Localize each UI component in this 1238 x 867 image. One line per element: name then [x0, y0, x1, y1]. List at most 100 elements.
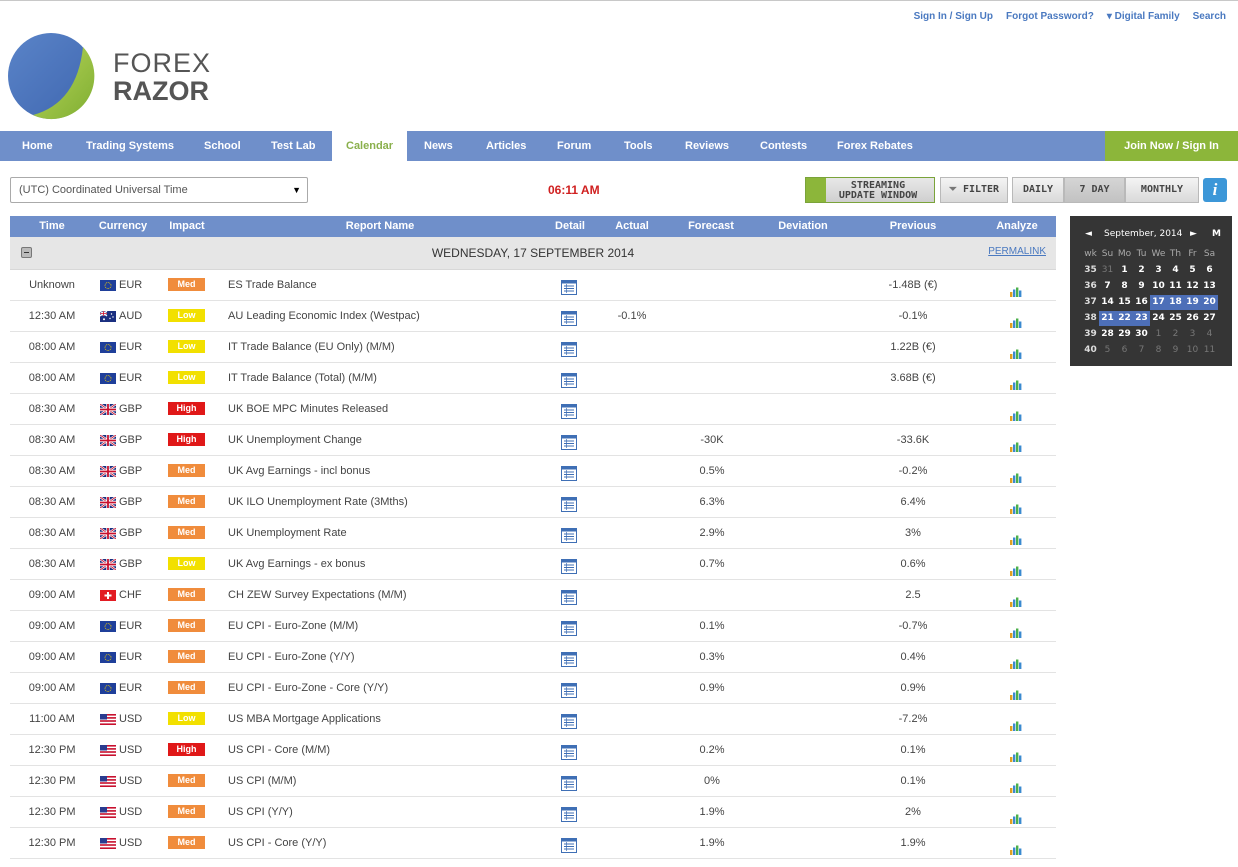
calendar-day[interactable]: 15 — [1116, 295, 1133, 310]
calendar-day[interactable]: 29 — [1116, 327, 1133, 342]
calendar-day[interactable]: 25 — [1167, 311, 1184, 326]
calendar-next-icon[interactable]: ► — [1190, 229, 1197, 239]
analyze-chart-icon[interactable] — [1010, 713, 1022, 731]
detail-icon[interactable] — [561, 370, 577, 388]
analyze-chart-icon[interactable] — [1010, 310, 1022, 328]
analyze-chart-icon[interactable] — [1010, 527, 1022, 545]
detail-icon[interactable] — [561, 525, 577, 543]
calendar-day[interactable]: 31 — [1099, 263, 1116, 278]
calendar-day[interactable]: 23 — [1133, 311, 1150, 326]
analyze-chart-icon[interactable] — [1010, 465, 1022, 483]
detail-icon[interactable] — [561, 773, 577, 791]
calendar-day[interactable]: 7 — [1133, 343, 1150, 358]
calendar-day[interactable]: 30 — [1133, 327, 1150, 342]
calendar-day[interactable]: 6 — [1116, 343, 1133, 358]
report-name[interactable]: US CPI - Core (M/M) — [228, 735, 330, 765]
nav-test-lab[interactable]: Test Lab — [271, 131, 315, 161]
detail-icon[interactable] — [561, 618, 577, 636]
analyze-chart-icon[interactable] — [1010, 496, 1022, 514]
detail-icon[interactable] — [561, 711, 577, 729]
analyze-chart-icon[interactable] — [1010, 744, 1022, 762]
calendar-day[interactable]: 1 — [1116, 263, 1133, 278]
calendar-day[interactable]: 8 — [1116, 279, 1133, 294]
report-name[interactable]: EU CPI - Euro-Zone (M/M) — [228, 611, 358, 641]
calendar-day[interactable]: 3 — [1184, 327, 1201, 342]
detail-icon[interactable] — [561, 463, 577, 481]
nav-forex-rebates[interactable]: Forex Rebates — [837, 131, 913, 161]
nav-articles[interactable]: Articles — [486, 131, 526, 161]
calendar-week-number[interactable]: 40 — [1082, 343, 1099, 358]
seven-day-view-button[interactable]: 7 DAY — [1064, 177, 1125, 203]
analyze-chart-icon[interactable] — [1010, 279, 1022, 297]
analyze-chart-icon[interactable] — [1010, 341, 1022, 359]
calendar-mode[interactable]: M — [1212, 229, 1221, 239]
join-now-button[interactable]: Join Now / Sign In — [1105, 131, 1238, 161]
nav-calendar[interactable]: Calendar — [332, 131, 408, 162]
nav-contests[interactable]: Contests — [760, 131, 807, 161]
filter-button[interactable]: ⏷ FILTER — [940, 177, 1008, 203]
calendar-day[interactable]: 11 — [1201, 343, 1218, 358]
calendar-day[interactable]: 11 — [1167, 279, 1184, 294]
streaming-update-window-button[interactable]: STREAMING UPDATE WINDOW — [805, 177, 935, 203]
site-logo[interactable]: FOREX RAZOR — [7, 33, 210, 123]
calendar-day[interactable]: 18 — [1167, 295, 1184, 310]
permalink-link[interactable]: PERMALINK — [988, 246, 1046, 257]
digital-family-link[interactable]: ▾ Digital Family — [1107, 11, 1180, 22]
nav-home[interactable]: Home — [22, 131, 53, 161]
detail-icon[interactable] — [561, 308, 577, 326]
detail-icon[interactable] — [561, 742, 577, 760]
calendar-day[interactable]: 12 — [1184, 279, 1201, 294]
calendar-day[interactable]: 10 — [1184, 343, 1201, 358]
report-name[interactable]: US CPI (Y/Y) — [228, 797, 293, 827]
analyze-chart-icon[interactable] — [1010, 806, 1022, 824]
calendar-day[interactable]: 1 — [1150, 327, 1167, 342]
report-name[interactable]: EU CPI - Euro-Zone - Core (Y/Y) — [228, 673, 388, 703]
report-name[interactable]: UK Unemployment Change — [228, 425, 362, 455]
nav-tools[interactable]: Tools — [624, 131, 653, 161]
nav-news[interactable]: News — [424, 131, 453, 161]
calendar-day[interactable]: 8 — [1150, 343, 1167, 358]
detail-icon[interactable] — [561, 432, 577, 450]
report-name[interactable]: CH ZEW Survey Expectations (M/M) — [228, 580, 406, 610]
calendar-day[interactable]: 28 — [1099, 327, 1116, 342]
detail-icon[interactable] — [561, 556, 577, 574]
report-name[interactable]: IT Trade Balance (EU Only) (M/M) — [228, 332, 395, 362]
nav-reviews[interactable]: Reviews — [685, 131, 729, 161]
report-name[interactable]: UK Avg Earnings - incl bonus — [228, 456, 370, 486]
calendar-day[interactable]: 9 — [1133, 279, 1150, 294]
detail-icon[interactable] — [561, 339, 577, 357]
calendar-day[interactable]: 27 — [1201, 311, 1218, 326]
calendar-day[interactable]: 2 — [1167, 327, 1184, 342]
analyze-chart-icon[interactable] — [1010, 372, 1022, 390]
calendar-day[interactable]: 4 — [1167, 263, 1184, 278]
calendar-week-number[interactable]: 36 — [1082, 279, 1099, 294]
detail-icon[interactable] — [561, 680, 577, 698]
report-name[interactable]: UK Avg Earnings - ex bonus — [228, 549, 365, 579]
analyze-chart-icon[interactable] — [1010, 837, 1022, 855]
daily-view-button[interactable]: DAILY — [1012, 177, 1064, 203]
report-name[interactable]: UK BOE MPC Minutes Released — [228, 394, 388, 424]
detail-icon[interactable] — [561, 494, 577, 512]
calendar-day[interactable]: 20 — [1201, 295, 1218, 310]
calendar-day[interactable]: 5 — [1184, 263, 1201, 278]
timezone-select[interactable]: (UTC) Coordinated Universal Time ▼ — [10, 177, 308, 203]
info-icon[interactable]: i — [1203, 178, 1227, 202]
report-name[interactable]: AU Leading Economic Index (Westpac) — [228, 301, 420, 331]
calendar-day[interactable]: 6 — [1201, 263, 1218, 278]
report-name[interactable]: ES Trade Balance — [228, 270, 317, 300]
detail-icon[interactable] — [561, 277, 577, 295]
report-name[interactable]: US CPI - Core (Y/Y) — [228, 828, 326, 858]
calendar-day[interactable]: 5 — [1099, 343, 1116, 358]
detail-icon[interactable] — [561, 835, 577, 853]
analyze-chart-icon[interactable] — [1010, 620, 1022, 638]
report-name[interactable]: UK ILO Unemployment Rate (3Mths) — [228, 487, 408, 517]
calendar-day[interactable]: 2 — [1133, 263, 1150, 278]
sign-in-link[interactable]: Sign In / Sign Up — [914, 11, 993, 22]
calendar-day[interactable]: 22 — [1116, 311, 1133, 326]
calendar-day[interactable]: 7 — [1099, 279, 1116, 294]
analyze-chart-icon[interactable] — [1010, 403, 1022, 421]
report-name[interactable]: UK Unemployment Rate — [228, 518, 347, 548]
calendar-week-number[interactable]: 38 — [1082, 311, 1099, 326]
analyze-chart-icon[interactable] — [1010, 558, 1022, 576]
report-name[interactable]: EU CPI - Euro-Zone (Y/Y) — [228, 642, 355, 672]
